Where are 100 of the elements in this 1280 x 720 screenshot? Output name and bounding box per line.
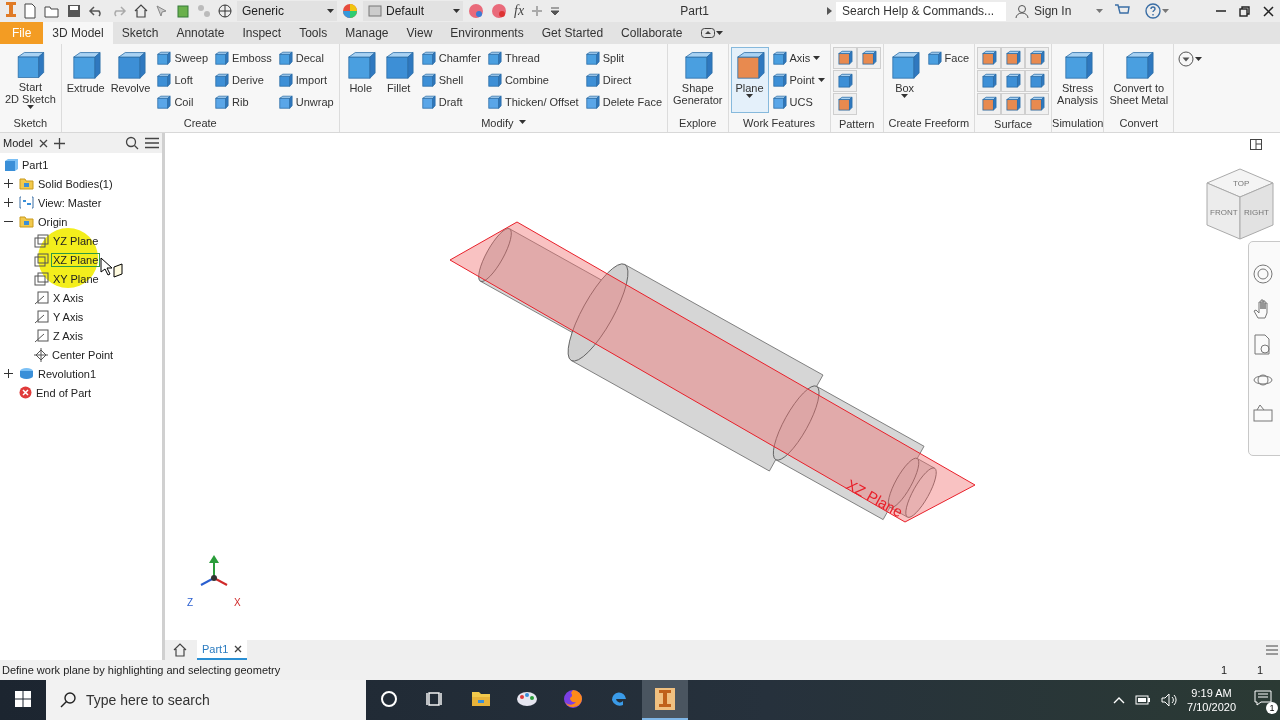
tool-button[interactable]: Loft: [153, 69, 212, 91]
toolbar-button[interactable]: [489, 1, 509, 21]
tool-button[interactable]: Extrude: [63, 47, 108, 113]
tool-button[interactable]: Shell: [417, 69, 484, 91]
tool-button[interactable]: [1025, 93, 1050, 115]
tool-button[interactable]: Thicken/ Offset: [483, 91, 582, 113]
ribbon-tab[interactable]: Sketch: [112, 22, 168, 44]
tool-button[interactable]: Rib: [211, 91, 275, 113]
ribbon-tab[interactable]: Manage: [336, 22, 398, 44]
tool-button[interactable]: [977, 93, 1002, 115]
tool-button[interactable]: [856, 47, 881, 69]
tree-item[interactable]: Revolution1: [36, 366, 99, 381]
steering-wheel-icon[interactable]: [1253, 264, 1273, 284]
ribbon-tab[interactable]: 3D Model: [43, 22, 113, 44]
ribbon-options-button[interactable]: [1176, 49, 1205, 69]
tool-button[interactable]: Fillet: [379, 47, 418, 113]
tool-button[interactable]: Revolve: [107, 47, 154, 113]
panel-label[interactable]: Simulation: [1052, 116, 1104, 129]
plus-icon: [531, 5, 544, 17]
taskbar-search-field[interactable]: Type here to search: [46, 680, 366, 720]
toolbar-button[interactable]: [216, 1, 234, 21]
ribbon-tab[interactable]: Annotate: [167, 22, 234, 44]
ribbon-tab[interactable]: Collaborate: [612, 22, 692, 44]
panel-label[interactable]: Pattern: [838, 118, 875, 130]
tool-button[interactable]: Convert to Sheet Metal: [1106, 47, 1172, 113]
document-tab[interactable]: Part1: [197, 640, 248, 660]
block-icon: [420, 72, 436, 88]
tool-button[interactable]: Decal: [274, 47, 337, 69]
tool-button[interactable]: Point: [768, 69, 828, 91]
ribbon-tab[interactable]: Get Started: [532, 22, 613, 44]
tree-item[interactable]: Y Axis: [51, 309, 86, 324]
tool-button[interactable]: [1001, 93, 1026, 115]
tree-item[interactable]: Solid Bodies(1): [36, 176, 115, 191]
tool-button[interactable]: Hole: [341, 47, 380, 113]
tool-button[interactable]: Start 2D Sketch: [2, 47, 59, 113]
tree-item[interactable]: End of Part: [34, 385, 94, 400]
tool-button[interactable]: Face: [923, 47, 973, 69]
tool-button[interactable]: [977, 47, 1002, 69]
tool-button[interactable]: Box: [885, 47, 924, 113]
tree-item[interactable]: Z Axis: [51, 328, 85, 343]
panel-label[interactable]: Sketch: [13, 116, 48, 129]
panel-label[interactable]: Surface: [994, 118, 1033, 130]
chevron-up-icon: [1113, 696, 1126, 704]
tool-button[interactable]: [1001, 47, 1026, 69]
tool-button[interactable]: Sweep: [153, 47, 212, 69]
status-count: 1: [1255, 664, 1265, 676]
panel-label[interactable]: Create Freeform: [888, 116, 970, 129]
panel-label[interactable]: Modify: [481, 116, 526, 129]
tool-button[interactable]: Unwrap: [274, 91, 337, 113]
view-cube[interactable]: TOP FRONT RIGHT: [1205, 167, 1275, 241]
expand-icon[interactable]: [4, 369, 13, 378]
panel-label[interactable]: Work Features: [743, 116, 816, 129]
home-icon: [134, 4, 148, 18]
tool-button[interactable]: [977, 70, 1002, 92]
tool-button[interactable]: [1001, 70, 1026, 92]
appearance-dropdown[interactable]: Default: [363, 1, 463, 21]
toolbar-button[interactable]: [466, 1, 486, 21]
tree-item[interactable]: View: Master: [36, 195, 104, 210]
tool-button[interactable]: Delete Face: [581, 91, 665, 113]
formula-button[interactable]: fx: [512, 1, 527, 21]
tool-button[interactable]: Thread: [483, 47, 582, 69]
tool-button[interactable]: Emboss: [211, 47, 275, 69]
tool-button[interactable]: Import: [274, 69, 337, 91]
tool-button[interactable]: Draft: [417, 91, 484, 113]
help-button[interactable]: [1143, 1, 1171, 21]
tool-button[interactable]: UCS: [768, 91, 828, 113]
ribbon-tab[interactable]: Inspect: [233, 22, 291, 44]
ribbon-tab[interactable]: View: [397, 22, 442, 44]
ribbon-tab[interactable]: Environments: [441, 22, 533, 44]
tool-button[interactable]: Direct: [581, 69, 665, 91]
tool-button[interactable]: [832, 93, 857, 115]
tree-item[interactable]: Center Point: [50, 347, 116, 362]
tree-item[interactable]: XZ Plane: [51, 252, 101, 267]
slice-icon[interactable]: [1253, 404, 1273, 422]
tool-button[interactable]: Axis: [768, 47, 828, 69]
ribbon-tab[interactable]: Tools: [290, 22, 337, 44]
panel-label[interactable]: Convert: [1119, 116, 1159, 129]
sign-in-button[interactable]: Sign In: [1009, 3, 1109, 19]
tool-button[interactable]: Stress Analysis: [1054, 47, 1102, 113]
panel-label[interactable]: Create: [183, 116, 217, 129]
tree-item[interactable]: Origin: [36, 214, 70, 229]
tool-button[interactable]: [1025, 47, 1050, 69]
tool-button[interactable]: [832, 47, 857, 69]
tool-button[interactable]: Derive: [211, 69, 275, 91]
zoom-icon[interactable]: [1253, 334, 1273, 356]
tree-item[interactable]: Part1: [20, 157, 51, 172]
tool-button[interactable]: Coil: [153, 91, 212, 113]
tool-button[interactable]: Shape Generator: [670, 47, 726, 113]
tool-button[interactable]: Chamfer: [417, 47, 484, 69]
tree-item[interactable]: X Axis: [51, 290, 86, 305]
expand-icon[interactable]: [4, 179, 13, 188]
material-dropdown[interactable]: Generic: [237, 1, 337, 21]
tool-button[interactable]: Plane: [730, 47, 769, 113]
panel-label[interactable]: Explore: [679, 116, 717, 129]
tool-button[interactable]: [1025, 70, 1050, 92]
search-field[interactable]: Search Help & Commands...: [836, 1, 1006, 21]
tool-button[interactable]: Split: [581, 47, 665, 69]
expand-icon[interactable]: [4, 198, 13, 207]
tool-button[interactable]: [832, 70, 857, 92]
tool-button[interactable]: Combine: [483, 69, 582, 91]
